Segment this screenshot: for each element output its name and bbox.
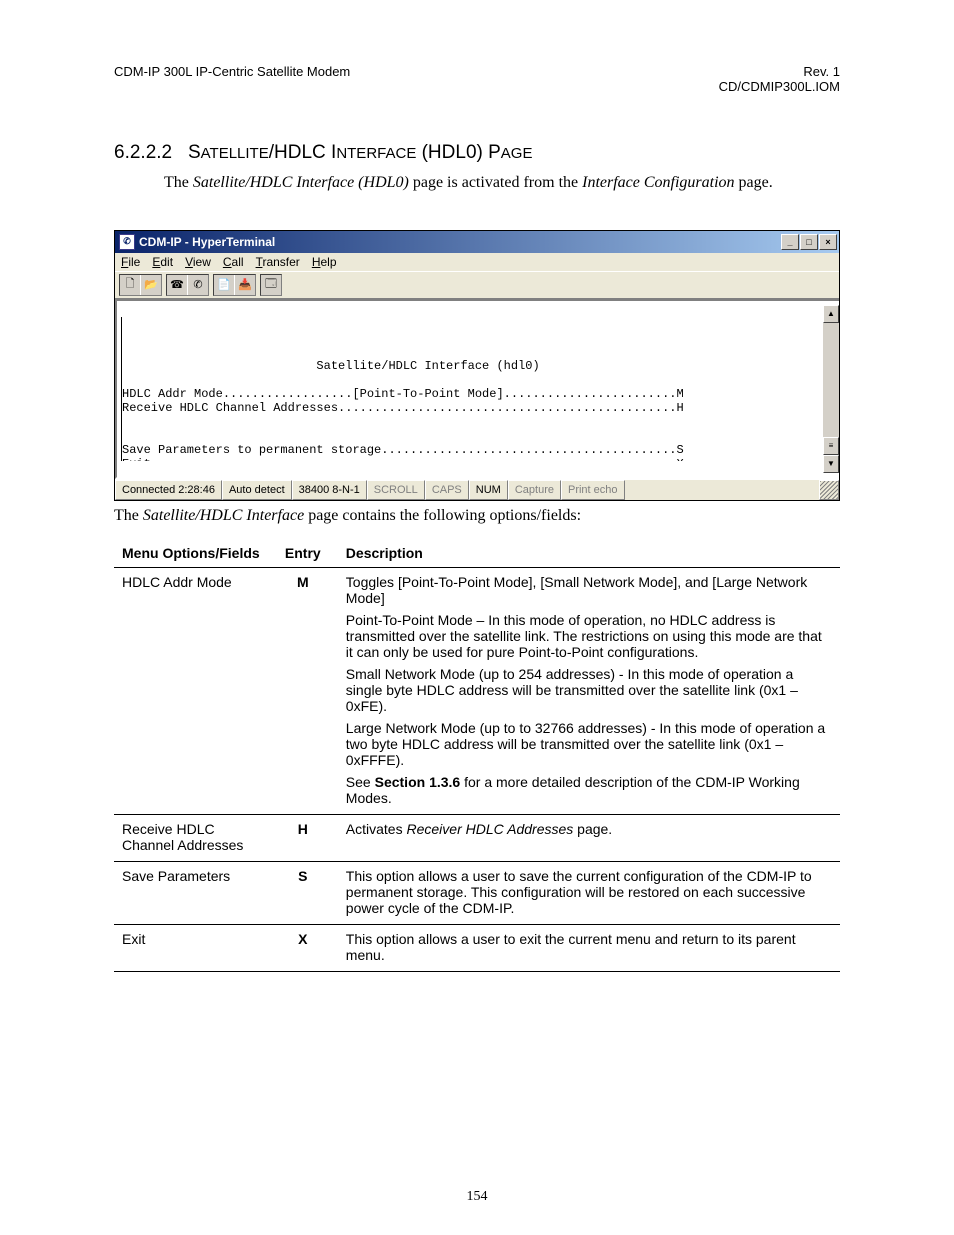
terminal-area[interactable]: Satellite/HDLC Interface (hdl0) HDLC Add… (115, 299, 839, 479)
text: page. (735, 174, 773, 191)
status-autodetect: Auto detect (222, 480, 292, 500)
scroll-up-icon[interactable]: ▲ (823, 305, 839, 323)
col-description: Description (338, 539, 840, 568)
desc-paragraph: This option allows a user to exit the cu… (346, 931, 832, 963)
text: The (164, 174, 193, 191)
document-page: CDM-IP 300L IP-Centric Satellite Modem R… (0, 0, 954, 1235)
table-row: Save ParametersSThis option allows a use… (114, 861, 840, 924)
col-entry: Entry (268, 539, 338, 568)
table-row: HDLC Addr ModeMToggles [Point-To-Point M… (114, 567, 840, 814)
options-table: Menu Options/Fields Entry Description HD… (114, 539, 840, 972)
resize-grip-icon[interactable] (819, 480, 839, 500)
header-docid: CD/CDMIP300L.IOM (719, 79, 840, 94)
section-heading: 6.2.2.2 SATELLITE/HDLC INTERFACE (HDL0) … (114, 142, 840, 164)
desc-paragraph: Small Network Mode (up to 254 addresses)… (346, 666, 832, 714)
status-caps: CAPS (425, 480, 469, 500)
menu-bar: File Edit View Call Transfer Help (115, 253, 839, 271)
desc-paragraph: See Section 1.3.6 for a more detailed de… (346, 774, 832, 806)
menu-view[interactable]: View (185, 255, 211, 269)
menu-call[interactable]: Call (223, 255, 244, 269)
connect-icon[interactable]: ☎ (167, 275, 187, 295)
cell-field: Receive HDLC Channel Addresses (114, 814, 268, 861)
cell-description: This option allows a user to save the cu… (338, 861, 840, 924)
section-title: SATELLITE/HDLC INTERFACE (HDL0) PAGE (188, 142, 533, 163)
scroll-down-icon[interactable]: ▼ (823, 455, 839, 473)
intro-paragraph: The Satellite/HDLC Interface (HDL0) page… (164, 172, 840, 194)
scroll-thumb[interactable]: ≡ (823, 437, 839, 455)
disconnect-icon[interactable]: ✆ (187, 275, 208, 295)
text: The (114, 507, 143, 524)
caption-pagename: Satellite/HDLC Interface (143, 507, 304, 524)
receive-icon[interactable]: 📥 (234, 275, 255, 295)
status-bar: Connected 2:28:46 Auto detect 38400 8-N-… (115, 479, 839, 500)
window-title: CDM-IP - HyperTerminal (139, 235, 275, 249)
app-icon: ✆ (119, 234, 135, 250)
intro-pagename: Satellite/HDLC Interface (HDL0) (193, 174, 409, 191)
section-number: 6.2.2.2 (114, 142, 172, 163)
status-capture: Capture (508, 480, 561, 500)
page-number: 154 (0, 1189, 954, 1205)
send-icon[interactable]: 📄 (214, 275, 234, 295)
table-row: ExitXThis option allows a user to exit t… (114, 924, 840, 971)
menu-edit[interactable]: Edit (152, 255, 173, 269)
table-header-row: Menu Options/Fields Entry Description (114, 539, 840, 568)
menu-transfer[interactable]: Transfer (256, 255, 300, 269)
status-scroll: SCROLL (367, 480, 425, 500)
desc-paragraph: This option allows a user to save the cu… (346, 868, 832, 916)
terminal-text: Satellite/HDLC Interface (hdl0) HDLC Add… (121, 317, 823, 461)
header-right: Rev. 1 CD/CDMIP300L.IOM (719, 64, 840, 94)
minimize-button[interactable]: _ (781, 234, 799, 250)
status-num: NUM (469, 480, 508, 500)
properties-icon[interactable]: 🗔 (261, 275, 281, 295)
cell-description: This option allows a user to exit the cu… (338, 924, 840, 971)
table-row: Receive HDLC Channel AddressesH Activates… (114, 814, 840, 861)
cell-description: Activates Receiver HDLC Addresses page. (338, 814, 840, 861)
cell-entry: M (268, 567, 338, 814)
cell-field: Save Parameters (114, 861, 268, 924)
header-left: CDM-IP 300L IP-Centric Satellite Modem (114, 64, 350, 94)
running-header: CDM-IP 300L IP-Centric Satellite Modem R… (114, 64, 840, 94)
desc-paragraph: Large Network Mode (up to to 32766 addre… (346, 720, 832, 768)
hyperterminal-window: ✆ CDM-IP - HyperTerminal _ □ × File Edit… (114, 230, 840, 501)
cell-entry: H (268, 814, 338, 861)
menu-help[interactable]: Help (312, 255, 337, 269)
window-titlebar[interactable]: ✆ CDM-IP - HyperTerminal _ □ × (115, 231, 839, 253)
status-printecho: Print echo (561, 480, 625, 500)
close-button[interactable]: × (819, 234, 837, 250)
maximize-button[interactable]: □ (800, 234, 818, 250)
text: page is activated from the (409, 174, 582, 191)
desc-paragraph: Activates Receiver HDLC Addresses page. (346, 821, 832, 837)
status-connected: Connected 2:28:46 (115, 480, 222, 500)
desc-paragraph: Toggles [Point-To-Point Mode], [Small Ne… (346, 574, 832, 606)
header-rev: Rev. 1 (719, 64, 840, 79)
status-baud: 38400 8-N-1 (292, 480, 367, 500)
cell-entry: S (268, 861, 338, 924)
intro-source: Interface Configuration (582, 174, 734, 191)
desc-paragraph: Point-To-Point Mode – In this mode of op… (346, 612, 832, 660)
cell-field: Exit (114, 924, 268, 971)
cell-field: HDLC Addr Mode (114, 567, 268, 814)
new-icon[interactable]: 🗋 (120, 275, 140, 295)
toolbar: 🗋 📂 ☎ ✆ 📄 📥 🗔 (115, 271, 839, 299)
cell-description: Toggles [Point-To-Point Mode], [Small Ne… (338, 567, 840, 814)
text: page contains the following options/fiel… (304, 507, 581, 524)
scrollbar[interactable]: ▲ ≡ ▼ (823, 305, 839, 473)
table-caption: The Satellite/HDLC Interface page contai… (114, 507, 840, 525)
cell-entry: X (268, 924, 338, 971)
open-icon[interactable]: 📂 (140, 275, 161, 295)
col-menu: Menu Options/Fields (114, 539, 268, 568)
menu-file[interactable]: File (121, 255, 140, 269)
